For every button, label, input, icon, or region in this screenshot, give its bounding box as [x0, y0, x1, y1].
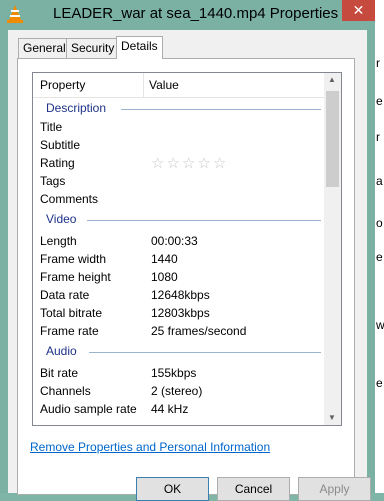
background-letter: w — [376, 318, 384, 332]
apply-button[interactable]: Apply — [298, 477, 371, 501]
property-name: Tags — [40, 174, 66, 188]
properties-window: LEADER_war at sea_1440.mp4 Properties ✕ … — [0, 0, 376, 501]
list-item[interactable]: Channels 2 (stereo) — [33, 382, 325, 400]
list-item[interactable]: Comments — [33, 190, 325, 208]
star-icon[interactable]: ☆ — [213, 155, 226, 172]
tab-general[interactable]: General — [18, 38, 71, 58]
list-header: Property Value — [33, 73, 325, 98]
background-letter: e — [376, 250, 383, 264]
remove-properties-link[interactable]: Remove Properties and Personal Informati… — [30, 440, 270, 454]
property-value: 2 (stereo) — [151, 384, 203, 398]
close-button[interactable]: ✕ — [342, 0, 375, 21]
group-divider — [121, 109, 321, 110]
group-description: Description — [33, 100, 325, 118]
group-divider — [89, 352, 321, 353]
property-name: Data rate — [40, 288, 90, 302]
rating-stars[interactable]: ☆ ☆ ☆ ☆ ☆ — [151, 154, 228, 172]
dialog-client: General Security Details Property Value … — [8, 30, 371, 501]
star-icon[interactable]: ☆ — [197, 155, 210, 172]
property-name: Total bitrate — [40, 306, 103, 320]
property-name: Frame width — [40, 252, 107, 266]
property-name: Rating — [40, 156, 75, 170]
list-item[interactable]: Bit rate 155kbps — [33, 364, 325, 382]
property-name: Comments — [40, 192, 99, 206]
list-item[interactable]: Rating ☆ ☆ ☆ ☆ ☆ — [33, 154, 325, 172]
group-label: Audio — [46, 344, 77, 358]
list-item[interactable]: Data rate 12648kbps — [33, 286, 325, 304]
background-letter: o — [376, 216, 383, 230]
background-letter: a — [376, 174, 383, 188]
background-letter: r — [376, 56, 380, 70]
column-property-header[interactable]: Property — [40, 78, 85, 92]
title-bar[interactable]: LEADER_war at sea_1440.mp4 Properties ✕ — [0, 0, 375, 30]
scroll-up-arrow-icon[interactable]: ▲ — [328, 75, 336, 84]
list-item[interactable]: Audio sample rate 44 kHz — [33, 400, 325, 418]
property-value: 12648kbps — [151, 288, 210, 302]
property-value: 1080 — [151, 270, 178, 284]
window-title: LEADER_war at sea_1440.mp4 Properties — [53, 5, 339, 22]
star-icon[interactable]: ☆ — [182, 155, 195, 172]
background-letter: e — [376, 94, 383, 108]
group-video: Video — [33, 211, 325, 229]
scroll-thumb[interactable] — [326, 91, 339, 187]
property-value: 1440 — [151, 252, 178, 266]
ok-button[interactable]: OK — [136, 477, 209, 501]
property-name: Frame rate — [40, 324, 99, 338]
tab-security[interactable]: Security — [66, 38, 120, 58]
background-letter: e — [376, 376, 383, 390]
property-value: 12803kbps — [151, 306, 210, 320]
property-value: 155kbps — [151, 366, 197, 380]
details-panel: Property Value Description Title Subtitl… — [17, 58, 355, 495]
column-separator[interactable] — [143, 73, 144, 97]
property-name: Frame height — [40, 270, 111, 284]
property-value: 00:00:33 — [151, 234, 198, 248]
property-name: Subtitle — [40, 138, 81, 152]
list-item[interactable]: Tags — [33, 172, 325, 190]
list-item[interactable]: Frame height 1080 — [33, 268, 325, 286]
vlc-cone-icon — [7, 5, 23, 23]
group-audio: Audio — [33, 343, 325, 361]
cancel-button[interactable]: Cancel — [217, 477, 290, 501]
property-value: 25 frames/second — [151, 324, 247, 338]
list-item[interactable]: Total bitrate 12803kbps — [33, 304, 325, 322]
property-value: 44 kHz — [151, 402, 189, 416]
property-name: Title — [40, 120, 63, 134]
property-name: Length — [40, 234, 77, 248]
list-item[interactable]: Subtitle — [33, 136, 325, 154]
property-name: Audio sample rate — [40, 402, 137, 416]
group-label: Description — [46, 101, 107, 115]
list-item[interactable]: Frame rate 25 frames/second — [33, 322, 325, 340]
background-letter: r — [376, 130, 380, 144]
properties-list[interactable]: Property Value Description Title Subtitl… — [32, 72, 342, 426]
group-label: Video — [46, 212, 77, 226]
property-name: Channels — [40, 384, 91, 398]
list-item[interactable]: Title — [33, 118, 325, 136]
property-name: Bit rate — [40, 366, 79, 380]
vertical-scrollbar[interactable]: ▲ ▼ — [324, 73, 341, 425]
scroll-down-arrow-icon[interactable]: ▼ — [328, 413, 336, 422]
group-divider — [87, 220, 321, 221]
star-icon[interactable]: ☆ — [166, 155, 179, 172]
list-item[interactable]: Length 00:00:33 — [33, 232, 325, 250]
star-icon[interactable]: ☆ — [151, 155, 164, 172]
column-value-header[interactable]: Value — [149, 78, 179, 92]
list-item[interactable]: Frame width 1440 — [33, 250, 325, 268]
background-window-edge: r e r a o e w e — [375, 0, 384, 493]
tab-details[interactable]: Details — [116, 36, 163, 59]
